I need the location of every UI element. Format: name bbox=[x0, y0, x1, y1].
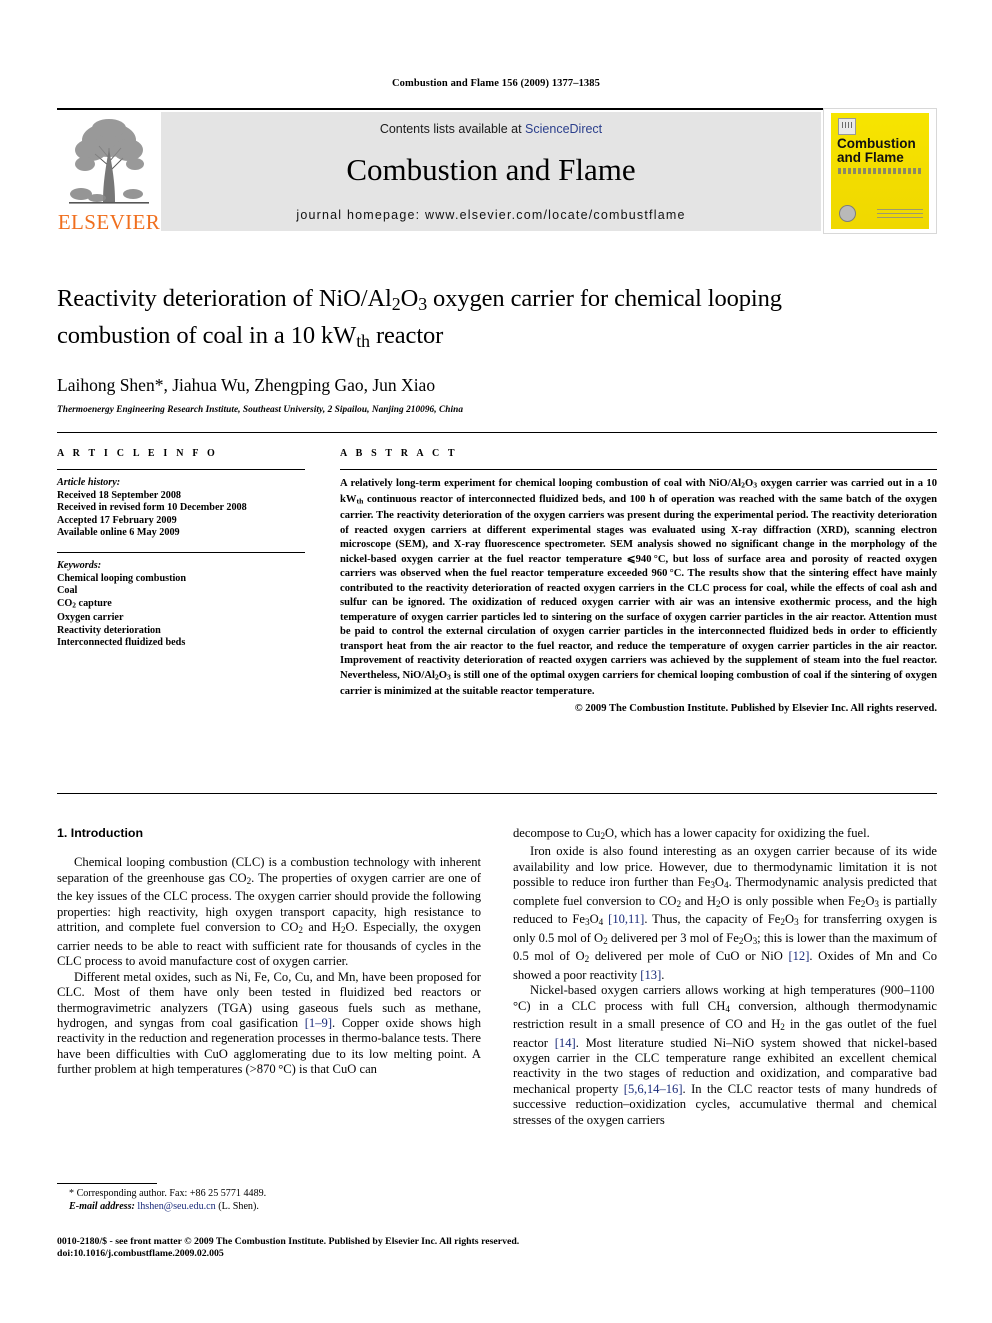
journal-title: Combustion and Flame bbox=[346, 152, 636, 187]
abstract-copyright: © 2009 The Combustion Institute. Publish… bbox=[574, 702, 937, 714]
abstract-rule bbox=[340, 469, 937, 470]
author-list: Laihong Shen*, Jiahua Wu, Zhengping Gao,… bbox=[57, 374, 436, 395]
article-info-box: A R T I C L E I N F O Article history: R… bbox=[57, 448, 305, 650]
footer-line-issn: 0010-2180/$ - see front matter © 2009 Th… bbox=[57, 1236, 520, 1247]
email-note: E-mail address: lhshen@seu.edu.cn (L. Sh… bbox=[57, 1201, 481, 1214]
journal-homepage-link[interactable]: journal homepage: www.elsevier.com/locat… bbox=[161, 208, 821, 222]
cover-footer-placeholder bbox=[877, 209, 923, 221]
article-title-line1: Reactivity deterioration of NiO/Al2O3 ox… bbox=[57, 285, 782, 314]
sciencedirect-link[interactable]: ScienceDirect bbox=[525, 122, 602, 136]
history-item: Accepted 17 February 2009 bbox=[57, 514, 177, 526]
keyword-item: Interconnected fluidized beds bbox=[57, 637, 186, 649]
keyword-item: CO2 capture bbox=[57, 597, 112, 610]
contents-label: Contents lists available at bbox=[379, 122, 526, 136]
citation-link[interactable]: [14] bbox=[555, 1036, 576, 1050]
cover-title-line1: Combustion bbox=[837, 136, 916, 151]
journal-cover-thumbnail[interactable]: Combustion and Flame bbox=[823, 108, 937, 234]
email-label: E-mail address: bbox=[69, 1200, 135, 1212]
info-bottom-rule bbox=[57, 793, 937, 794]
contents-line: Contents lists available at ScienceDirec… bbox=[161, 122, 821, 136]
email-suffix: (L. Shen). bbox=[218, 1200, 259, 1212]
publication-footer: 0010-2180/$ - see front matter © 2009 Th… bbox=[57, 1236, 937, 1261]
keywords-rule bbox=[57, 551, 305, 553]
history-item: Received 18 September 2008 bbox=[57, 489, 182, 501]
citation-link[interactable]: [1–9] bbox=[305, 1016, 332, 1030]
keyword-item: Oxygen carrier bbox=[57, 611, 124, 623]
elsevier-wordmark: ELSEVIER bbox=[57, 210, 161, 233]
email-link[interactable]: lhshen@seu.edu.cn bbox=[137, 1201, 215, 1212]
article-title-line2: combustion of coal in a 10 kWth reactor bbox=[57, 321, 444, 351]
section-heading-introduction: 1. Introduction bbox=[57, 826, 144, 840]
footer-line-doi: doi:10.1016/j.combustflame.2009.02.005 bbox=[57, 1248, 224, 1260]
article-history-label: Article history: bbox=[57, 477, 121, 488]
history-item: Available online 6 May 2009 bbox=[57, 527, 180, 539]
keyword-item: Coal bbox=[57, 585, 78, 597]
citation-link[interactable]: [13] bbox=[640, 968, 661, 982]
paragraph: Different metal oxides, such as Ni, Fe, … bbox=[57, 969, 481, 1077]
paragraph: decompose to Cu2O, which has a lower cap… bbox=[513, 826, 870, 842]
journal-article-page: Combustion and Flame 156 (2009) 1377–138… bbox=[0, 0, 992, 1323]
cover-title-line2: and Flame bbox=[837, 150, 904, 165]
abstract-heading: A B S T R A C T bbox=[340, 448, 458, 459]
citation-link[interactable]: [12] bbox=[788, 949, 809, 963]
affiliation: Thermoenergy Engineering Research Instit… bbox=[57, 404, 464, 415]
journal-banner: Contents lists available at ScienceDirec… bbox=[161, 112, 821, 231]
corresponding-author-note: * Corresponding author. Fax: +86 25 5771… bbox=[69, 1188, 267, 1199]
title-block: Reactivity deterioration of NiO/Al2O3 ox… bbox=[57, 283, 937, 415]
abstract-text: A relatively long-term experiment for ch… bbox=[340, 478, 938, 698]
paragraph: Nickel-based oxygen carriers allows work… bbox=[513, 983, 938, 1127]
citation-link[interactable]: [5,6,14–16] bbox=[624, 1082, 683, 1096]
keyword-item: Chemical looping combustion bbox=[57, 572, 187, 584]
cover-publisher-badge-icon bbox=[838, 118, 856, 135]
body-column-left: 1. Introduction Chemical looping combust… bbox=[57, 826, 481, 1078]
elsevier-tree-icon bbox=[69, 119, 149, 204]
abstract-box: A B S T R A C T A relatively long-term e… bbox=[340, 448, 937, 716]
footnote-block: * Corresponding author. Fax: +86 25 5771… bbox=[57, 1188, 481, 1213]
history-item: Received in revised form 10 December 200… bbox=[57, 502, 247, 514]
cover-seal-icon bbox=[839, 205, 856, 222]
citation-link[interactable]: [10,11] bbox=[608, 912, 644, 926]
page-title: Reactivity deterioration of NiO/Al2O3 ox… bbox=[57, 283, 937, 357]
article-history: Article history: Received 18 September 2… bbox=[57, 477, 305, 540]
paragraph: Iron oxide is also found interesting as … bbox=[513, 844, 938, 982]
cover-artwork: Combustion and Flame bbox=[831, 113, 929, 229]
keywords-block: Keywords: Chemical looping combustion Co… bbox=[57, 551, 305, 650]
paragraph: Chemical looping combustion (CLC) is a c… bbox=[57, 855, 481, 969]
elsevier-logo[interactable]: ELSEVIER bbox=[57, 112, 161, 232]
journal-masthead: ELSEVIER Contents lists available at Sci… bbox=[57, 108, 937, 234]
article-info-heading: A R T I C L E I N F O bbox=[57, 448, 218, 459]
running-head: Combustion and Flame 156 (2009) 1377–138… bbox=[392, 78, 600, 89]
keyword-item: Reactivity deterioration bbox=[57, 624, 161, 636]
keywords-label: Keywords: bbox=[57, 559, 102, 571]
footnote-rule bbox=[57, 1183, 157, 1184]
article-info-rule bbox=[57, 469, 305, 470]
info-top-rule bbox=[57, 432, 937, 433]
body-column-right: decompose to Cu2O, which has a lower cap… bbox=[513, 826, 937, 1128]
cover-subtitle-placeholder bbox=[838, 168, 922, 174]
cover-title: Combustion and Flame bbox=[837, 137, 923, 165]
header-rule bbox=[57, 108, 937, 110]
